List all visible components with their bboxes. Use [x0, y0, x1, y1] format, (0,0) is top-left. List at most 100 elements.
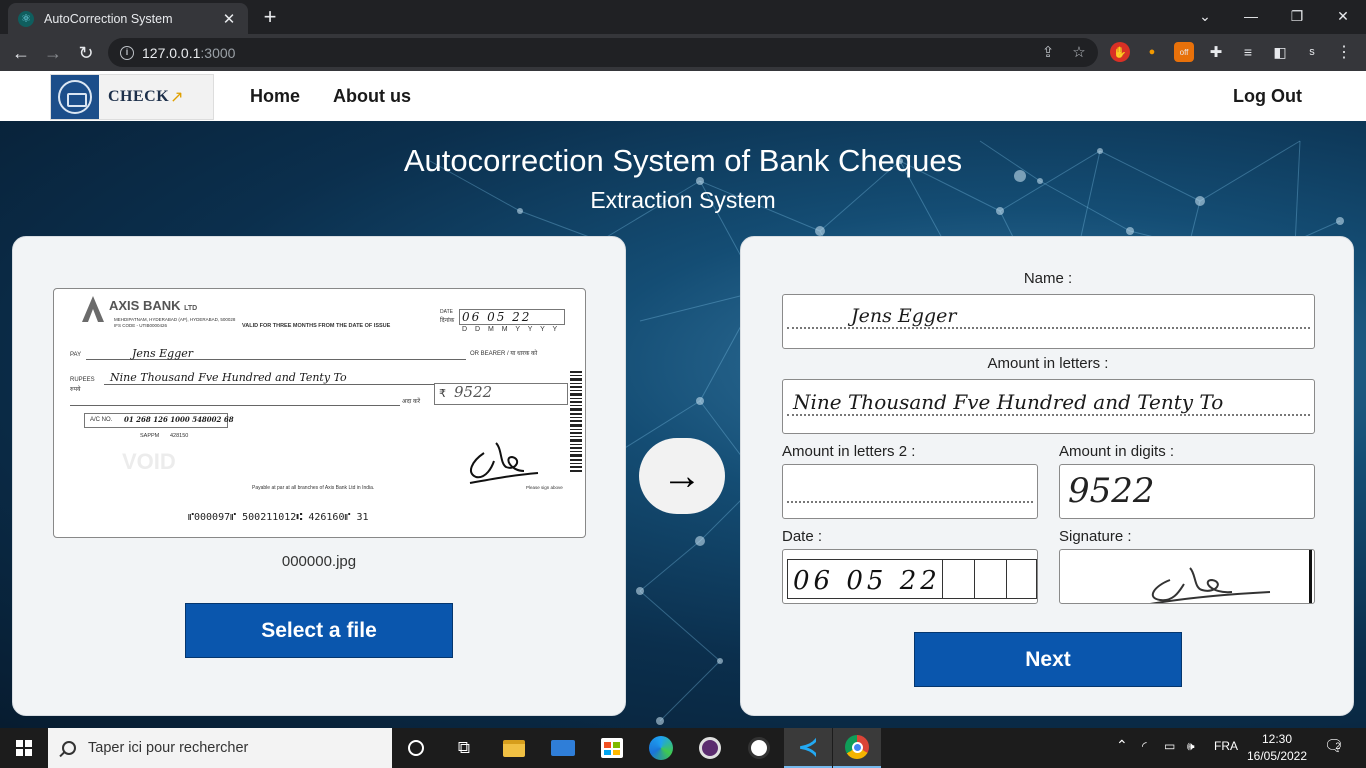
extension-pdf-icon[interactable]: off	[1174, 42, 1194, 62]
side-panel-icon[interactable]: ◧	[1270, 42, 1290, 62]
cheque-ifs-code: IFS CODE - UTIB0000426	[114, 323, 168, 328]
notification-center-icon[interactable]: 🗨2	[1324, 736, 1349, 756]
app-navbar: CHECK ↗ Home About us Log Out	[0, 71, 1366, 121]
main-stage: Autocorrection System of Bank Cheques Ex…	[0, 121, 1366, 728]
volume-icon[interactable]: 🕪	[1187, 739, 1195, 754]
notification-count: 2	[1335, 741, 1341, 751]
page-title: Autocorrection System of Bank Cheques	[403, 143, 963, 178]
selected-file-name: 000000.jpg	[281, 553, 357, 570]
react-favicon-icon: ⚛	[18, 10, 34, 27]
window-close-button[interactable]: ✕	[1320, 0, 1366, 32]
tab-search-icon[interactable]: ⌄	[1182, 0, 1228, 32]
date-box-divider-3	[1006, 560, 1007, 598]
name-dotted-line	[787, 327, 1310, 329]
cheque-branch-code: 428150	[170, 433, 189, 439]
site-info-icon[interactable]: i	[120, 45, 134, 60]
signature-label: Signature :	[1059, 528, 1132, 545]
cheque-branch-address: MEHDIPATNAM, HYDERABAD (AP), HYDERABAD, …	[114, 317, 236, 322]
cortana-icon[interactable]	[392, 728, 440, 768]
minimize-button[interactable]: —	[1228, 0, 1274, 32]
browser-tab[interactable]: ⚛ AutoCorrection System ✕	[8, 3, 248, 34]
cheque-ac-label: A/C NO.	[90, 417, 113, 423]
logout-link[interactable]: Log Out	[1233, 86, 1302, 107]
amount-digits-crop-text: 9522	[1068, 471, 1155, 511]
tab-title: AutoCorrection System	[44, 11, 173, 26]
upload-card: AXIS BANK LTD MEHDIPATNAM, HYDERABAD (AP…	[12, 236, 626, 716]
amount-letters-crop-field: Nine Thousand Fve Hundred and Tenty To	[782, 379, 1315, 434]
amount-letters2-crop-field	[782, 464, 1038, 519]
amount-letters2-dotted-line	[787, 501, 1033, 503]
share-icon[interactable]: ⇪	[1038, 43, 1058, 61]
file-explorer-icon[interactable]	[490, 728, 538, 768]
back-button[interactable]: ←	[8, 40, 34, 66]
extensions-puzzle-icon[interactable]: ✚	[1206, 42, 1226, 62]
amount-letters-label: Amount in letters :	[987, 355, 1109, 372]
extract-arrow-button[interactable]: →	[639, 438, 725, 514]
cheque-rupee-symbol: ₹	[439, 388, 446, 400]
cheque-pay-label: PAY	[70, 352, 82, 358]
mail-icon[interactable]	[539, 728, 587, 768]
nav-home-link[interactable]: Home	[250, 86, 300, 107]
tab-close-icon[interactable]: ✕	[220, 10, 238, 28]
cheque-seal-icon	[51, 75, 99, 119]
date-crop-text: 06 05 22	[793, 566, 941, 596]
axis-bank-logo-icon	[82, 296, 104, 322]
restore-button[interactable]: ❐	[1274, 0, 1320, 32]
cheque-rupees-hindi: रुपये	[70, 387, 81, 393]
task-view-icon[interactable]: ⧉	[440, 728, 488, 768]
cheque-sign-note: Please sign above	[526, 485, 563, 490]
cheque-bearer: OR BEARER / या धारक को	[470, 351, 538, 357]
extraction-card: Name : Jens Egger Amount in letters : Ni…	[740, 236, 1354, 716]
new-tab-button[interactable]: +	[258, 5, 282, 29]
chrome-menu-icon[interactable]: ⋮	[1334, 42, 1354, 62]
taskbar-clock[interactable]: 12:30 16/05/2022	[1246, 731, 1308, 765]
reload-button[interactable]: ↻	[73, 40, 99, 66]
bookmark-star-icon[interactable]: ☆	[1069, 43, 1089, 61]
url-text: 127.0.0.1:3000	[142, 44, 236, 61]
profile-avatar[interactable]: s	[1302, 42, 1322, 62]
wifi-icon[interactable]: ◜	[1142, 739, 1147, 753]
name-crop-text: Jens Egger	[851, 305, 957, 327]
edge-icon[interactable]	[637, 728, 685, 768]
app-logo[interactable]: CHECK ↗	[50, 74, 214, 120]
reading-list-icon[interactable]: ≡	[1238, 42, 1258, 62]
name-label: Name :	[1023, 270, 1073, 287]
battery-icon[interactable]: ▭	[1164, 739, 1175, 753]
date-box-divider-1	[942, 560, 943, 598]
cheque-bank-name: AXIS BANK LTD	[109, 298, 198, 313]
tray-chevron-icon[interactable]: ⌃	[1116, 737, 1128, 754]
store-icon[interactable]	[588, 728, 636, 768]
extension-adblock-icon[interactable]: ✋	[1110, 42, 1130, 62]
media-player-icon[interactable]	[686, 728, 734, 768]
extension-flame-icon[interactable]: ●	[1142, 42, 1162, 62]
taskbar-search-box[interactable]: Taper ici pour rechercher	[48, 728, 392, 768]
signature-crop-field	[1059, 549, 1315, 604]
logo-text: CHECK	[108, 88, 170, 105]
browser-tab-strip: ⚛ AutoCorrection System ✕ + ⌄ — ❐ ✕	[0, 0, 1366, 34]
forward-button[interactable]: →	[40, 40, 66, 66]
signature-crop-icon	[1149, 567, 1271, 603]
search-placeholder: Taper ici pour rechercher	[88, 740, 249, 756]
amount-digits-crop-field: 9522	[1059, 464, 1315, 519]
nav-about-link[interactable]: About us	[333, 86, 411, 107]
start-button[interactable]	[0, 728, 48, 768]
date-box-divider-2	[974, 560, 975, 598]
cheque-validity: VALID FOR THREE MONTHS FROM THE DATE OF …	[242, 323, 391, 329]
vscode-icon[interactable]: ≺	[784, 728, 832, 768]
cheque-words-line-2	[70, 405, 400, 406]
next-button[interactable]: Next	[914, 632, 1182, 687]
obs-icon[interactable]	[735, 728, 783, 768]
language-indicator[interactable]: FRA	[1214, 739, 1238, 753]
chrome-icon[interactable]	[833, 728, 881, 768]
date-label: Date :	[782, 528, 823, 545]
select-file-button[interactable]: Select a file	[185, 603, 453, 658]
cheque-date-label: DATE	[440, 309, 453, 315]
cheque-date-value: 06 05 22	[462, 310, 532, 324]
search-icon	[62, 741, 76, 755]
cheque-void-watermark: VOID	[122, 449, 176, 474]
cheque-payable-note: Payable at par at all branches of Axis B…	[252, 485, 375, 491]
address-bar[interactable]: i 127.0.0.1:3000 ⇪ ☆	[108, 38, 1098, 67]
cheque-payee: Jens Egger	[132, 347, 194, 360]
windows-taskbar: Taper ici pour rechercher ⧉ ≺ ⌃ ◜ ▭ 🕪 FR…	[0, 728, 1366, 768]
cheque-barcode-icon	[570, 371, 582, 472]
